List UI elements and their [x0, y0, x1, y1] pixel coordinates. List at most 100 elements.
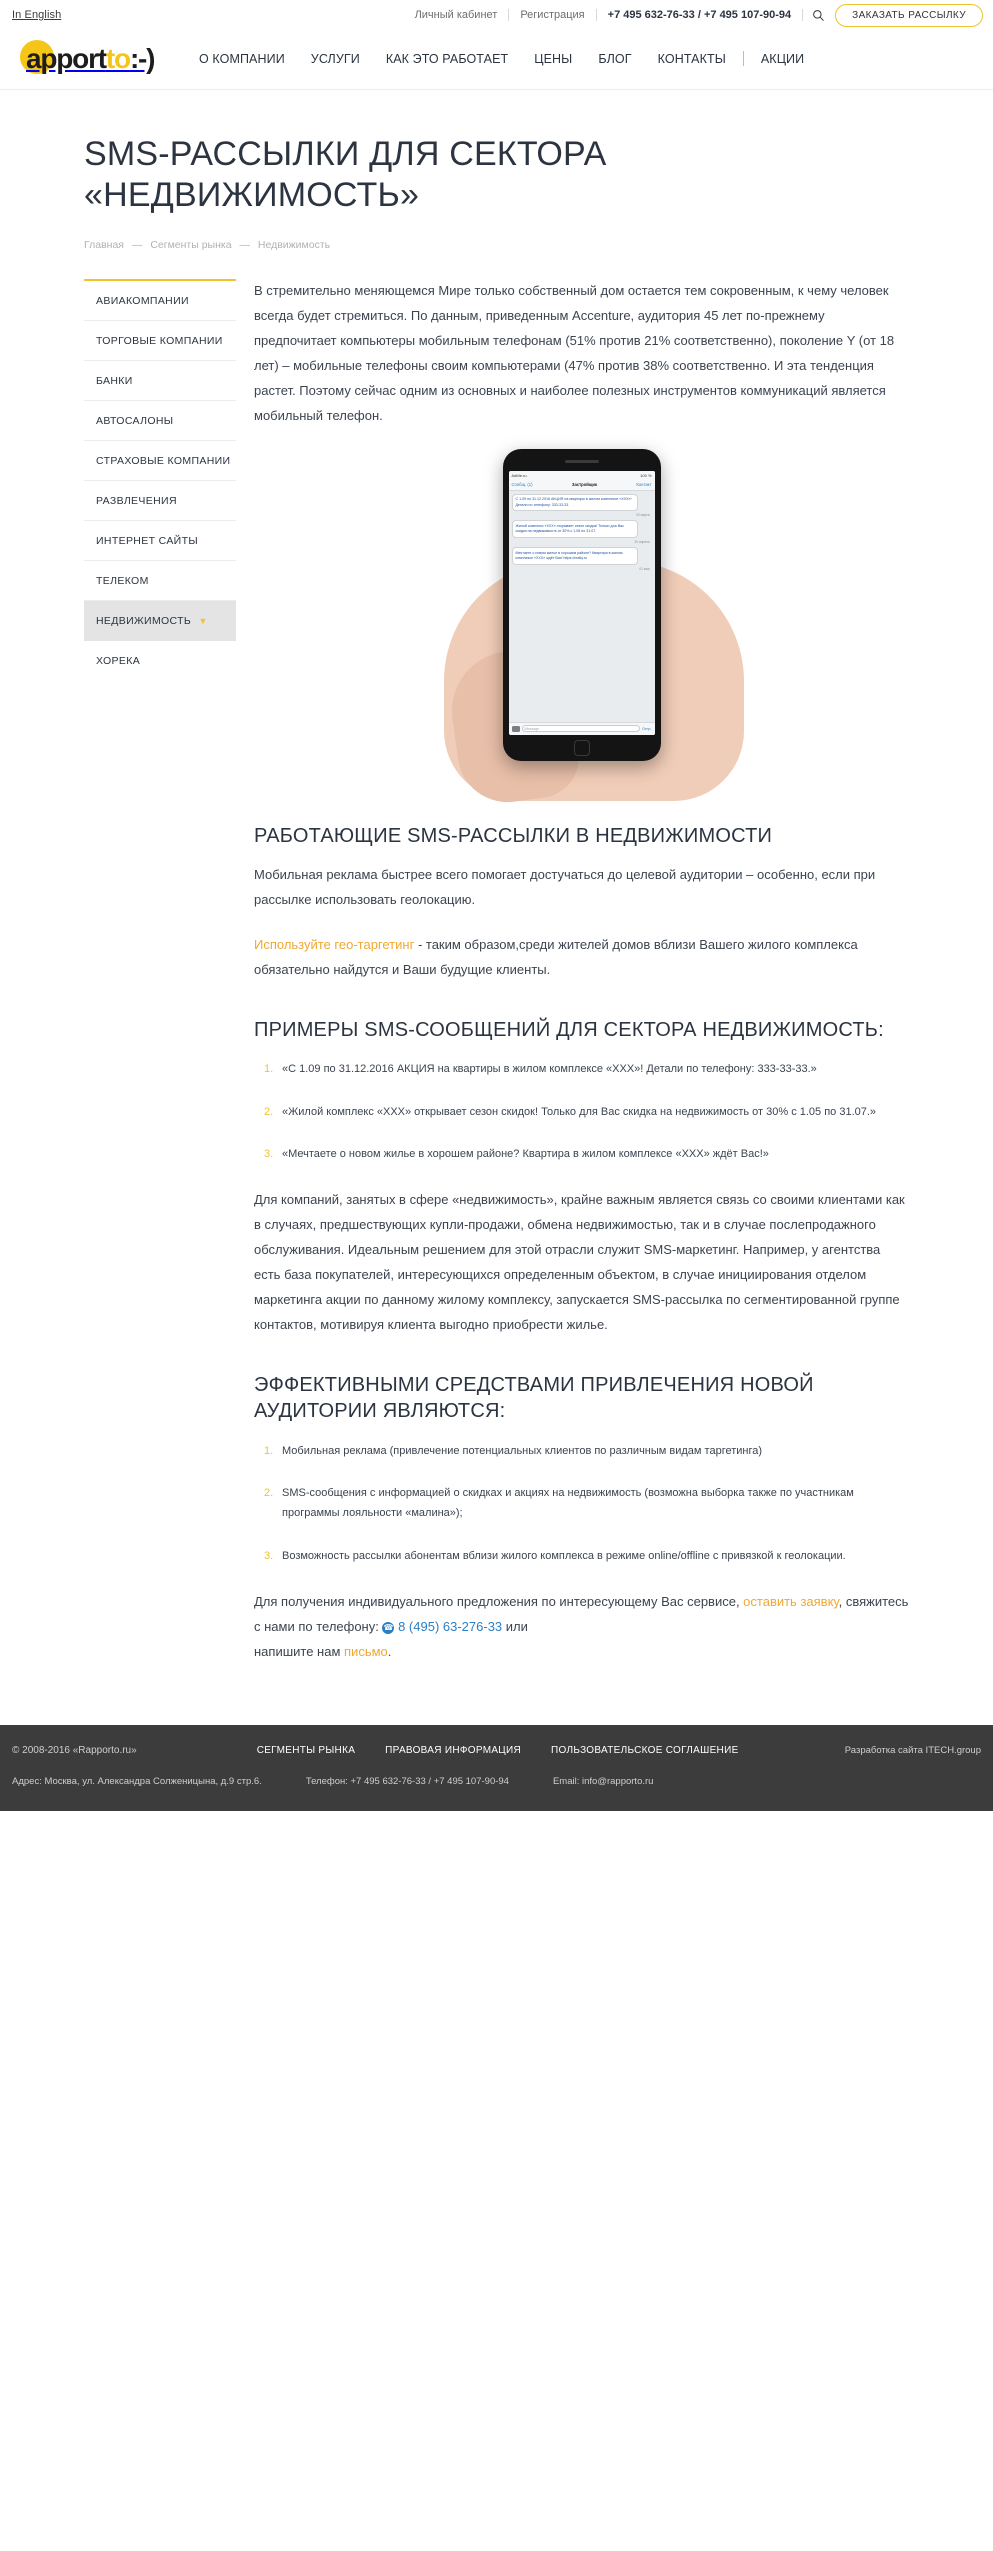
- phone-screen: AdMe.ru 100 % Сообщ. (1) Застройщик Конт…: [508, 470, 655, 735]
- cta-paragraph: Для получения индивидуального предложени…: [254, 1590, 909, 1665]
- search-icon[interactable]: [807, 4, 829, 26]
- register-link[interactable]: Регистрация: [509, 9, 595, 21]
- sidebar-item-websites[interactable]: ИНТЕРНЕТ САЙТЫ: [84, 521, 236, 561]
- topbar-divider: [802, 9, 804, 21]
- page-title-line1: SMS-РАССЫЛКИ ДЛЯ СЕКТОРА: [84, 135, 607, 173]
- sidebar: АВИАКОМПАНИИ ТОРГОВЫЕ КОМПАНИИ БАНКИ АВТ…: [84, 278, 236, 680]
- cta-pre: Для получения индивидуального предложени…: [254, 1594, 744, 1610]
- order-mailing-button[interactable]: ЗАКАЗАТЬ РАССЫЛКУ: [835, 3, 983, 27]
- cta-end: .: [387, 1644, 392, 1660]
- sms-back-link[interactable]: Сообщ. (1): [512, 482, 533, 487]
- phone-circle-icon: ☎: [382, 1621, 395, 1634]
- geo-paragraph: Используйте гео-таргетинг - таким образо…: [254, 933, 909, 983]
- breadcrumb-current: Недвижимость: [257, 238, 331, 251]
- footer-developer[interactable]: Разработка сайта ITECH.group: [845, 1745, 981, 1756]
- footer-phone[interactable]: Телефон: +7 495 632-76-33 / +7 495 107-9…: [306, 1776, 509, 1787]
- sidebar-item-label: ХОРЕКА: [96, 654, 141, 667]
- sms-date: 20 апреля: [634, 540, 650, 545]
- write-letter-link[interactable]: письмо: [344, 1644, 388, 1659]
- breadcrumb-separator: —: [239, 238, 250, 251]
- geo-targeting-link[interactable]: Используйте гео-таргетинг: [254, 937, 414, 952]
- footer-link-legal[interactable]: ПРАВОВАЯ ИНФОРМАЦИЯ: [385, 1745, 521, 1756]
- effective-list: Мобильная реклама (привлечение потенциал…: [254, 1441, 909, 1567]
- sidebar-item-airlines[interactable]: АВИАКОМПАНИИ: [84, 281, 236, 321]
- examples-list: «С 1.09 по 31.12.2016 АКЦИЯ на квартиры …: [254, 1059, 909, 1164]
- sidebar-item-label: СТРАХОВЫЕ КОМПАНИИ: [96, 454, 231, 467]
- account-link[interactable]: Личный кабинет: [404, 9, 509, 21]
- phone-home-button: [573, 739, 590, 756]
- main-content: В стремительно меняющемся Мире только со…: [254, 279, 909, 1685]
- nav-item-how-it-works[interactable]: КАК ЭТО РАБОТАЕТ: [373, 52, 521, 66]
- nav-item-services[interactable]: УСЛУГИ: [298, 52, 373, 66]
- content-columns: АВИАКОМПАНИИ ТОРГОВЫЕ КОМПАНИИ БАНКИ АВТ…: [84, 278, 909, 1685]
- breadcrumb-home[interactable]: Главная: [84, 239, 124, 251]
- footer-link-user-agreement[interactable]: ПОЛЬЗОВАТЕЛЬСКОЕ СОГЛАШЕНИЕ: [551, 1745, 739, 1756]
- logo[interactable]: apportto:-): [12, 37, 162, 81]
- language-switch-link[interactable]: In English: [12, 9, 61, 21]
- footer-links: СЕГМЕНТЫ РЫНКА ПРАВОВАЯ ИНФОРМАЦИЯ ПОЛЬЗ…: [257, 1745, 739, 1756]
- phone-status-bar: AdMe.ru 100 %: [508, 470, 655, 480]
- page-title-line2: «НЕДВИЖИМОСТЬ»: [84, 176, 420, 215]
- footer-email[interactable]: Email: info@rapporto.ru: [553, 1776, 653, 1787]
- list-item: «С 1.09 по 31.12.2016 АКЦИЯ на квартиры …: [264, 1059, 817, 1080]
- nav-item-contacts[interactable]: КОНТАКТЫ: [645, 52, 739, 66]
- status-carrier: AdMe.ru: [511, 472, 527, 478]
- page-container: SMS-РАССЫЛКИ ДЛЯ СЕКТОРА «НЕДВИЖИМОСТЬ» …: [84, 90, 909, 1685]
- sms-thread-title: Застройщик: [571, 482, 598, 488]
- sms-input[interactable]: iMessage: [521, 725, 641, 733]
- sidebar-item-entertainment[interactable]: РАЗВЛЕЧЕНИЯ: [84, 481, 236, 521]
- camera-icon[interactable]: [511, 725, 520, 732]
- topbar: In English Личный кабинет Регистрация +7…: [0, 0, 993, 30]
- nav-item-prices[interactable]: ЦЕНЫ: [521, 52, 585, 66]
- header-phone-numbers[interactable]: +7 495 632-76-33 / +7 495 107-90-94: [597, 9, 802, 21]
- logo-part-smiley: :-): [129, 42, 156, 74]
- sidebar-item-horeca[interactable]: ХОРЕКА: [84, 641, 236, 680]
- phone-device: AdMe.ru 100 % Сообщ. (1) Застройщик Конт…: [502, 448, 661, 761]
- sidebar-item-realty[interactable]: НЕДВИЖИМОСТЬ ▼: [84, 600, 236, 641]
- footer-address: Адрес: Москва, ул. Александра Солженицын…: [12, 1776, 262, 1788]
- page-title: SMS-РАССЫЛКИ ДЛЯ СЕКТОРА «НЕДВИЖИМОСТЬ»: [84, 134, 724, 217]
- cta-phone-link[interactable]: 8 (495) 63-276-33: [398, 1619, 502, 1634]
- section-heading-working: РАБОТАЮЩИЕ SMS-РАССЫЛКИ В НЕДВИЖИМОСТИ: [254, 824, 773, 847]
- nav-item-blog[interactable]: БЛОГ: [585, 52, 644, 66]
- sidebar-item-label: РАЗВЛЕЧЕНИЯ: [96, 494, 177, 507]
- sidebar-item-label: ТОРГОВЫЕ КОМПАНИИ: [96, 334, 223, 347]
- footer-copyright: © 2008-2016 «Rapporto.ru»: [12, 1745, 137, 1757]
- working-paragraph: Мобильная реклама быстрее всего помогает…: [254, 867, 876, 907]
- long-paragraph: Для компаний, занятых в сфере «недвижимо…: [254, 1192, 905, 1333]
- list-item: Мобильная реклама (привлечение потенциал…: [264, 1441, 763, 1462]
- nav-item-about[interactable]: О КОМПАНИИ: [186, 52, 298, 66]
- list-item: SMS-сообщения с информацией о скидках и …: [264, 1483, 854, 1520]
- page-root: In English Личный кабинет Регистрация +7…: [0, 0, 993, 1812]
- list-item: «Мечтаете о новом жилье в хорошем районе…: [264, 1144, 769, 1165]
- sidebar-item-car-dealers[interactable]: АВТОСАЛОНЫ: [84, 401, 236, 441]
- breadcrumb-segments[interactable]: Сегменты рынка: [150, 239, 231, 251]
- sms-contact-link[interactable]: Контакт: [636, 482, 651, 487]
- sidebar-item-retail[interactable]: ТОРГОВЫЕ КОМПАНИИ: [84, 321, 236, 361]
- sms-message-list: С 1.09 по 31.12.2016 АКЦИЯ на квартиры в…: [509, 491, 655, 722]
- sidebar-item-telecom[interactable]: ТЕЛЕКОМ: [84, 561, 236, 601]
- sms-bubble: С 1.09 по 31.12.2016 АКЦИЯ на квартиры в…: [511, 493, 638, 512]
- logo-part-rapport: apport: [26, 42, 107, 74]
- sms-bubble: Мечтаете о новом жилье в хорошем районе?…: [511, 547, 638, 565]
- section-heading-examples: ПРИМЕРЫ SMS-СООБЩЕНИЙ ДЛЯ СЕКТОРА НЕДВИЖ…: [254, 1018, 884, 1041]
- main-navigation: О КОМПАНИИ УСЛУГИ КАК ЭТО РАБОТАЕТ ЦЕНЫ …: [186, 51, 817, 66]
- phone-speaker: [564, 459, 599, 463]
- footer-link-segments[interactable]: СЕГМЕНТЫ РЫНКА: [257, 1745, 355, 1756]
- leave-request-link[interactable]: оставить заявку: [743, 1594, 838, 1609]
- sms-send-button[interactable]: Отпр.: [642, 727, 651, 731]
- sidebar-item-label: АВТОСАЛОНЫ: [96, 414, 174, 427]
- sms-date: 02 марта: [636, 513, 650, 518]
- status-battery: 100 %: [640, 472, 652, 478]
- site-footer: © 2008-2016 «Rapporto.ru» СЕГМЕНТЫ РЫНКА…: [0, 1725, 993, 1812]
- sidebar-item-insurance[interactable]: СТРАХОВЫЕ КОМПАНИИ: [84, 441, 236, 481]
- sms-bubble: Жилой комплекс «ХХХ» открывает сезон ски…: [511, 520, 638, 539]
- sidebar-item-banks[interactable]: БАНКИ: [84, 361, 236, 401]
- nav-item-promos[interactable]: АКЦИИ: [748, 52, 817, 66]
- sidebar-item-label: ИНТЕРНЕТ САЙТЫ: [96, 534, 198, 547]
- hero-section: SMS-РАССЫЛКИ ДЛЯ СЕКТОРА «НЕДВИЖИМОСТЬ» …: [84, 90, 909, 251]
- cta-tail: напишите нам: [254, 1644, 345, 1660]
- footer-row-contacts: Адрес: Москва, ул. Александра Солженицын…: [0, 1776, 993, 1787]
- list-item: Возможность рассылки абонентам вблизи жи…: [264, 1546, 846, 1567]
- sidebar-item-label: ТЕЛЕКОМ: [96, 574, 149, 587]
